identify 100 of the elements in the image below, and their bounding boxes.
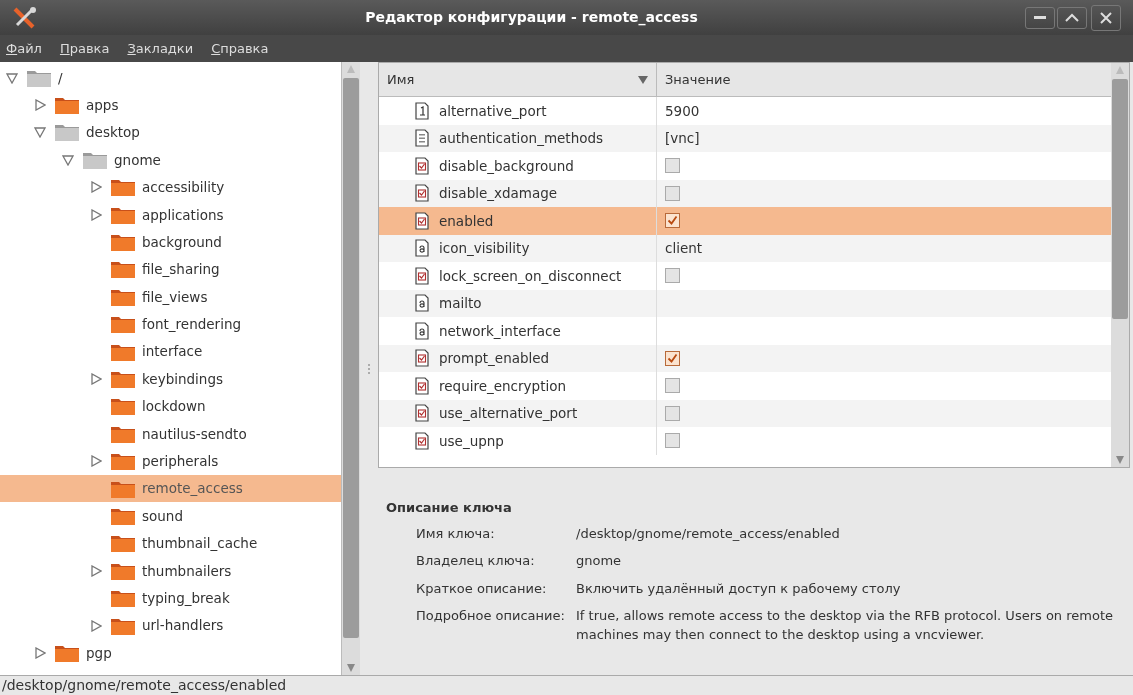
- checkbox-type-icon: [413, 431, 431, 450]
- checkbox[interactable]: [665, 185, 680, 201]
- table-row[interactable]: use_alternative_port: [379, 399, 1111, 427]
- tree-item[interactable]: keybindings: [0, 365, 341, 393]
- checkbox[interactable]: [665, 378, 680, 394]
- scroll-thumb[interactable]: [343, 78, 359, 638]
- checkbox-type-icon: [413, 184, 431, 203]
- checkbox[interactable]: [665, 405, 680, 421]
- menu-item[interactable]: Закладки: [127, 38, 194, 59]
- checkbox-type-icon: [413, 404, 431, 423]
- tree-item[interactable]: pgp: [0, 639, 341, 667]
- expand-arrow-icon[interactable]: [34, 646, 46, 659]
- tree-item[interactable]: apps: [0, 91, 341, 119]
- tree-item[interactable]: lockdown: [0, 392, 341, 421]
- tools-icon: [12, 5, 38, 30]
- folder-icon: [110, 396, 136, 417]
- key-name: use_upnp: [439, 431, 504, 451]
- tree-item[interactable]: gnome: [0, 146, 341, 174]
- scroll-thumb[interactable]: [1112, 79, 1128, 319]
- expand-arrow-icon[interactable]: [34, 99, 46, 112]
- collapse-arrow-icon[interactable]: [62, 153, 74, 166]
- checkbox[interactable]: [665, 213, 680, 229]
- checkbox-type-icon: [413, 266, 431, 285]
- maximize-button[interactable]: [1057, 6, 1087, 29]
- minimize-button[interactable]: [1025, 6, 1055, 29]
- tree-item[interactable]: file_views: [0, 283, 341, 311]
- key-value: [vnc]: [665, 129, 700, 149]
- expand-arrow-icon[interactable]: [90, 208, 102, 221]
- expand-arrow-icon[interactable]: [90, 564, 102, 577]
- checkbox-type-icon: [413, 156, 431, 175]
- checkbox-type-icon: [413, 376, 431, 395]
- tree-item[interactable]: remote_access: [0, 474, 341, 503]
- tree-item[interactable]: applications: [0, 200, 341, 229]
- tree-item[interactable]: /: [0, 64, 341, 92]
- tree-item[interactable]: font_rendering: [0, 310, 341, 338]
- table-row[interactable]: authentication_methods [vnc]: [379, 124, 1111, 152]
- folder-icon: [110, 369, 136, 389]
- key-name: alternative_port: [439, 101, 547, 121]
- column-header[interactable]: Имя: [379, 63, 657, 96]
- checkmark-icon: [667, 215, 678, 227]
- folder-icon: [110, 451, 136, 472]
- menu-item[interactable]: Справка: [211, 38, 269, 59]
- checkbox-type-icon: [413, 211, 431, 230]
- tree-item[interactable]: url-handlers: [0, 611, 341, 640]
- text-type-icon: [413, 321, 431, 340]
- key-name: lock_screen_on_disconnect: [439, 266, 622, 286]
- table-row[interactable]: mailto: [379, 289, 1111, 317]
- tree-item[interactable]: typing_break: [0, 584, 341, 612]
- table-row[interactable]: enabled: [379, 207, 1111, 235]
- close-button[interactable]: [1091, 4, 1121, 31]
- key-name: prompt_enabled: [439, 349, 550, 369]
- tree-item[interactable]: file_sharing: [0, 255, 341, 284]
- folder-icon: [110, 588, 136, 609]
- key-name: network_interface: [439, 321, 561, 341]
- menu-item[interactable]: Файл: [6, 38, 42, 59]
- key-name: enabled: [439, 211, 494, 231]
- close-icon: [1099, 10, 1113, 25]
- folder-icon: [110, 177, 136, 198]
- tree-item[interactable]: nautilus-sendto: [0, 420, 341, 448]
- checkbox[interactable]: [665, 433, 680, 449]
- menu-item[interactable]: Правка: [59, 38, 110, 59]
- splitter-handle-icon[interactable]: [367, 362, 371, 375]
- tree-item[interactable]: accessibility: [0, 173, 341, 201]
- checkbox[interactable]: [665, 268, 680, 284]
- field-value: Включить удалённый доступ к рабочему столу: [576, 579, 902, 598]
- scrollbar[interactable]: [1111, 63, 1129, 467]
- field-value: /desktop/gnome/remote_access/enabled: [576, 524, 841, 543]
- expand-arrow-icon[interactable]: [90, 455, 102, 468]
- table-row[interactable]: disable_xdamage: [379, 179, 1111, 207]
- tree-item[interactable]: interface: [0, 337, 341, 366]
- sort-arrow-icon: [638, 75, 648, 84]
- expand-arrow-icon[interactable]: [90, 373, 102, 385]
- tree-item[interactable]: desktop: [0, 118, 341, 147]
- expand-arrow-icon[interactable]: [90, 619, 102, 632]
- tree-item[interactable]: thumbnail_cache: [0, 529, 341, 558]
- collapse-arrow-icon[interactable]: [6, 71, 18, 84]
- table-row[interactable]: icon_visibility client: [379, 234, 1111, 262]
- folder-icon: [110, 232, 136, 253]
- tree-item[interactable]: thumbnailers: [0, 557, 341, 585]
- status-text: /desktop/gnome/remote_access/enabled: [2, 676, 287, 695]
- key-value: client: [665, 239, 703, 259]
- tree-item[interactable]: sound: [0, 502, 341, 530]
- field-label: Подробное описание:: [416, 607, 566, 625]
- tree-item[interactable]: peripherals: [0, 447, 341, 475]
- collapse-arrow-icon[interactable]: [34, 126, 46, 139]
- key-value: 5900: [665, 101, 700, 121]
- table-row[interactable]: prompt_enabled: [379, 344, 1111, 372]
- field-label: Имя ключа:: [416, 524, 496, 543]
- checkbox[interactable]: [665, 158, 680, 174]
- key-name: authentication_methods: [439, 129, 604, 149]
- column-header[interactable]: Значение: [657, 63, 1111, 96]
- scrollbar[interactable]: [342, 62, 360, 675]
- checkbox[interactable]: [665, 350, 680, 366]
- folder-icon: [54, 95, 80, 116]
- field-label: Краткое описание:: [416, 579, 548, 598]
- text-type-icon: [413, 294, 431, 313]
- checkbox-type-icon: [413, 349, 431, 368]
- expand-arrow-icon[interactable]: [90, 181, 102, 194]
- folder-icon: [110, 533, 136, 554]
- tree-item[interactable]: background: [0, 228, 341, 256]
